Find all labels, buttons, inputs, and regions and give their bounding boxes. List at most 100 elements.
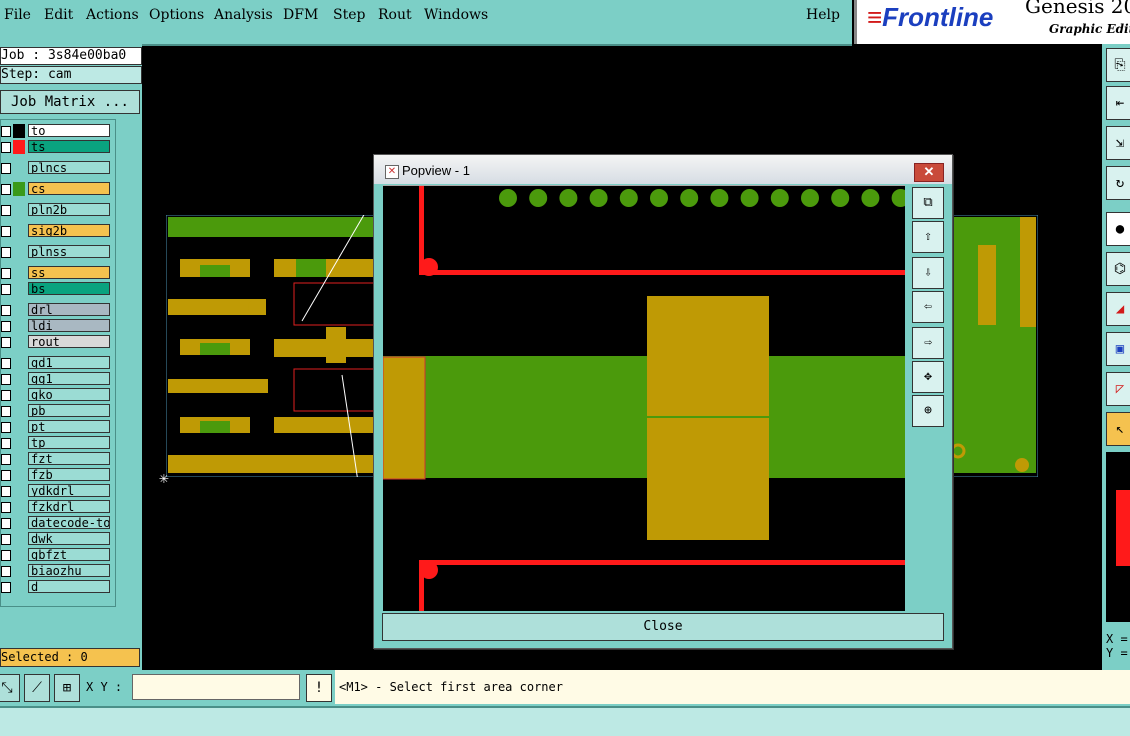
layer-checkbox[interactable]	[1, 337, 11, 348]
layer-checkbox[interactable]	[1, 390, 11, 401]
menu-file[interactable]: File	[4, 7, 31, 23]
layer-color-swatch[interactable]	[13, 452, 25, 466]
layer-row[interactable]: fzt	[1, 452, 113, 466]
pad-tool-icon[interactable]: ●	[1106, 212, 1130, 246]
layer-color-swatch[interactable]	[13, 224, 25, 238]
layer-name[interactable]: drl	[28, 303, 110, 316]
pan-down-icon[interactable]: ⇩	[912, 257, 944, 289]
layer-checkbox[interactable]	[1, 566, 11, 577]
layer-checkbox[interactable]	[1, 184, 11, 195]
pan-up-icon[interactable]: ⇧	[912, 221, 944, 253]
rotate-tool-icon[interactable]: ↻	[1106, 166, 1130, 200]
pan-left-icon[interactable]: ⇦	[912, 291, 944, 323]
menu-options[interactable]: Options	[149, 7, 204, 23]
layer-checkbox[interactable]	[1, 534, 11, 545]
layer-name[interactable]: fzt	[28, 452, 110, 465]
layer-name[interactable]: pln2b	[28, 203, 110, 216]
layer-color-swatch[interactable]	[13, 500, 25, 514]
zoom-fit-icon[interactable]: ✥	[912, 361, 944, 393]
layer-checkbox[interactable]	[1, 550, 11, 561]
menu-windows[interactable]: Windows	[424, 7, 488, 23]
layer-color-swatch[interactable]	[13, 182, 25, 196]
layer-name[interactable]: to	[28, 124, 110, 137]
layer-row[interactable]: datecode-to	[1, 516, 113, 530]
layer-name[interactable]: tp	[28, 436, 110, 449]
layer-row[interactable]: pt	[1, 420, 113, 434]
layer-row[interactable]: ts	[1, 140, 113, 154]
popview-canvas[interactable]	[383, 185, 905, 611]
layer-name[interactable]: gg1	[28, 372, 110, 385]
layer-row[interactable]: plnss	[1, 245, 113, 259]
layer-row[interactable]: gko	[1, 388, 113, 402]
layer-row[interactable]: pln2b	[1, 203, 113, 217]
layer-checkbox[interactable]	[1, 358, 11, 369]
layer-checkbox[interactable]	[1, 438, 11, 449]
copy-tool-icon[interactable]: ⎘	[1106, 48, 1130, 82]
layer-name[interactable]: pb	[28, 404, 110, 417]
layer-checkbox[interactable]	[1, 486, 11, 497]
layer-name[interactable]: gko	[28, 388, 110, 401]
layer-color-swatch[interactable]	[13, 516, 25, 530]
layer-color-swatch[interactable]	[13, 356, 25, 370]
snap-tool-icon[interactable]: ⤡	[0, 674, 20, 702]
xy-input[interactable]	[132, 674, 300, 700]
layer-row[interactable]: gg1	[1, 372, 113, 386]
layer-row[interactable]: ldi	[1, 319, 113, 333]
layer-color-swatch[interactable]	[13, 404, 25, 418]
layer-row[interactable]: ydkdrl	[1, 484, 113, 498]
layer-name[interactable]: pt	[28, 420, 110, 433]
measure-tool-icon[interactable]: ⟋	[24, 674, 50, 702]
layer-color-swatch[interactable]	[13, 319, 25, 333]
layer-row[interactable]: cs	[1, 182, 113, 196]
menu-actions[interactable]: Actions	[86, 7, 139, 23]
layer-row[interactable]: ss	[1, 266, 113, 280]
resize-tool-icon[interactable]: ⇲	[1106, 126, 1130, 160]
menu-help[interactable]: Help	[806, 7, 840, 23]
pan-right-icon[interactable]: ⇨	[912, 327, 944, 359]
layer-row[interactable]: fzkdrl	[1, 500, 113, 514]
arc-tool-icon[interactable]: ◸	[1106, 372, 1130, 406]
layer-checkbox[interactable]	[1, 205, 11, 216]
layer-color-swatch[interactable]	[13, 282, 25, 296]
layer-row[interactable]: to	[1, 124, 113, 138]
layer-name[interactable]: fzb	[28, 468, 110, 481]
layer-color-swatch[interactable]	[13, 203, 25, 217]
layer-color-swatch[interactable]	[13, 140, 25, 154]
surface-tool-icon[interactable]: ▣	[1106, 332, 1130, 366]
layer-name[interactable]: plnss	[28, 245, 110, 258]
line-tool-icon[interactable]: ◢	[1106, 292, 1130, 326]
layer-checkbox[interactable]	[1, 321, 11, 332]
layer-color-swatch[interactable]	[13, 372, 25, 386]
zoom-home-icon[interactable]: ⊕	[912, 395, 944, 427]
layer-row[interactable]: pb	[1, 404, 113, 418]
route-tool-icon[interactable]: ⌬	[1106, 252, 1130, 286]
layer-checkbox[interactable]	[1, 305, 11, 316]
layer-name[interactable]: ydkdrl	[28, 484, 110, 497]
layer-checkbox[interactable]	[1, 268, 11, 279]
layer-name[interactable]: ldi	[28, 319, 110, 332]
layer-checkbox[interactable]	[1, 284, 11, 295]
menu-step[interactable]: Step	[333, 7, 365, 23]
layer-name[interactable]: ts	[28, 140, 110, 153]
layer-name[interactable]: ss	[28, 266, 110, 279]
layer-checkbox[interactable]	[1, 406, 11, 417]
layer-row[interactable]: gd1	[1, 356, 113, 370]
layer-color-swatch[interactable]	[13, 468, 25, 482]
popview-titlebar[interactable]: ✕ Popview - 1 ✕	[374, 155, 952, 184]
grid-tool-icon[interactable]: ⊞	[54, 674, 80, 702]
popview-close-button[interactable]: Close	[382, 613, 944, 641]
layer-checkbox[interactable]	[1, 470, 11, 481]
layer-color-swatch[interactable]	[13, 303, 25, 317]
layer-color-swatch[interactable]	[13, 420, 25, 434]
layer-name[interactable]: plncs	[28, 161, 110, 174]
layer-name[interactable]: gbfzt	[28, 548, 110, 561]
layer-row[interactable]: bs	[1, 282, 113, 296]
layer-color-swatch[interactable]	[13, 436, 25, 450]
layer-name[interactable]: gd1	[28, 356, 110, 369]
mini-map[interactable]	[1106, 452, 1130, 622]
menu-dfm[interactable]: DFM	[283, 7, 318, 23]
layer-color-swatch[interactable]	[13, 580, 25, 594]
select-pointer-icon[interactable]: ↖	[1106, 412, 1130, 446]
layer-name[interactable]: sig2b	[28, 224, 110, 237]
layer-row[interactable]: fzb	[1, 468, 113, 482]
